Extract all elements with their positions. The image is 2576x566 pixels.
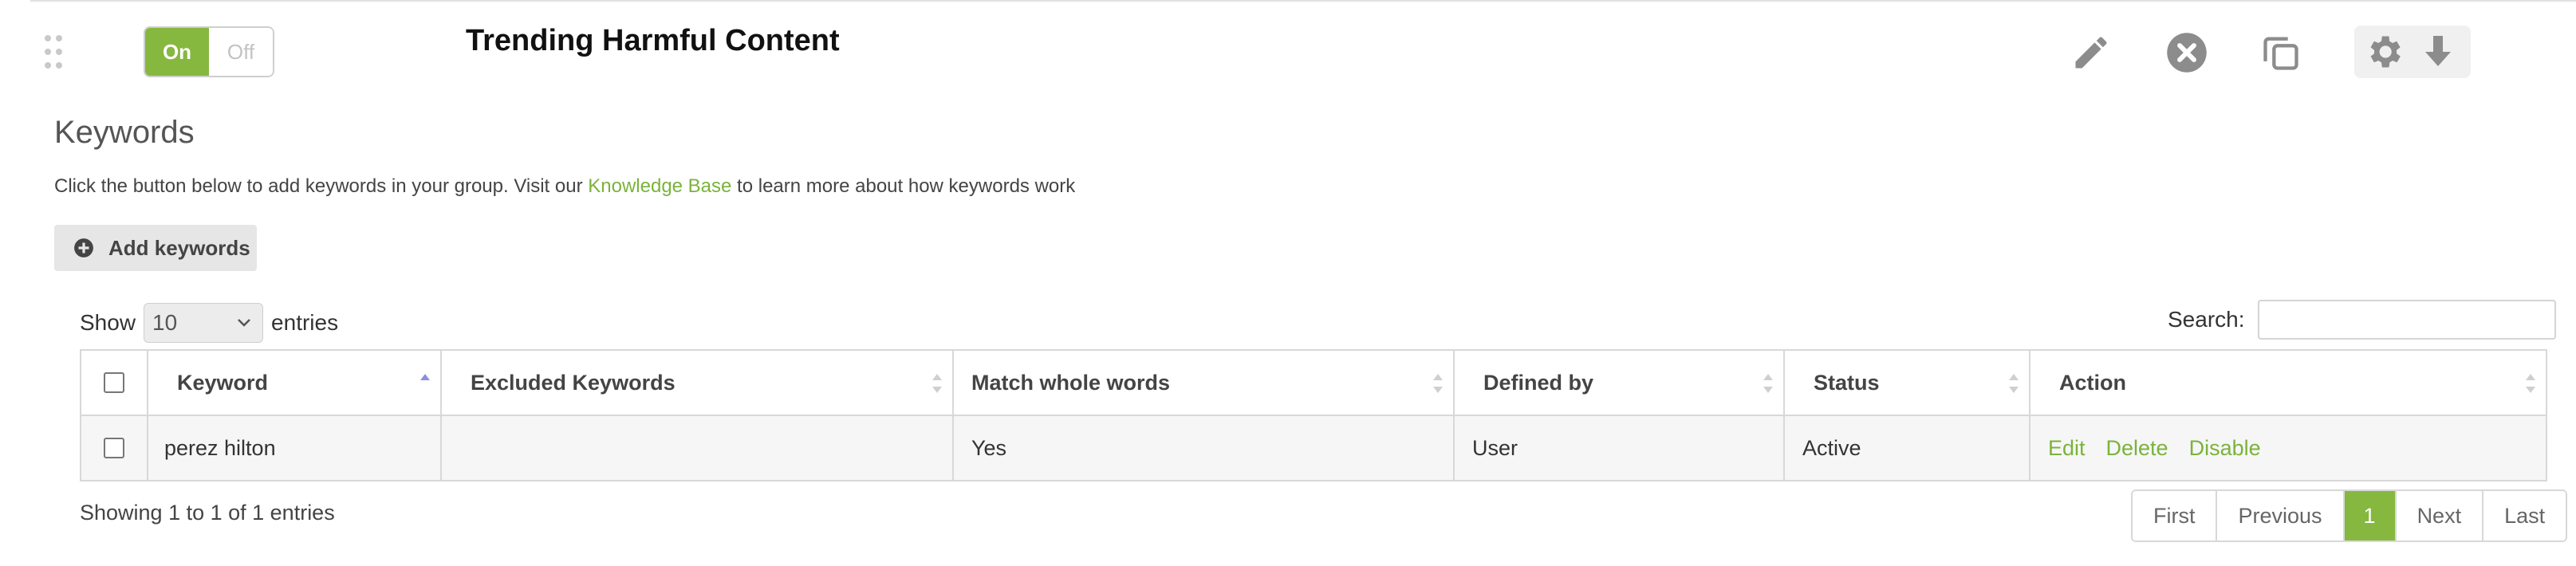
cell-excluded <box>442 416 954 480</box>
row-checkbox[interactable] <box>104 438 124 458</box>
col-header-label: Excluded Keywords <box>471 370 676 395</box>
page-1[interactable]: 1 <box>2344 491 2397 540</box>
desc-text-after: to learn more about how keywords work <box>731 175 1076 197</box>
section-description: Click the button below to add keywords i… <box>54 175 1075 198</box>
sort-both-icon <box>932 374 942 393</box>
row-select-cell <box>81 416 148 480</box>
toggle-on[interactable]: On <box>145 28 209 76</box>
search-input[interactable] <box>2257 300 2556 340</box>
group-title: Trending Harmful Content <box>466 24 840 57</box>
section-title: Keywords <box>54 115 195 150</box>
col-header-defined-by[interactable]: Defined by <box>1455 351 1785 415</box>
col-header-match-whole[interactable]: Match whole words <box>954 351 1455 415</box>
delete-link[interactable]: Delete <box>2106 436 2168 461</box>
table-header-row: Keyword Excluded Keywords Match whole wo… <box>81 351 2546 416</box>
sort-both-icon <box>1763 374 1773 393</box>
col-header-label: Defined by <box>1483 370 1594 395</box>
table-info: Showing 1 to 1 of 1 entries <box>80 501 335 525</box>
search-control: Search: <box>2168 300 2556 340</box>
disable-link[interactable]: Disable <box>2189 436 2261 461</box>
plus-circle-icon <box>74 238 93 257</box>
close-circle-icon[interactable] <box>2163 29 2211 77</box>
pencil-icon[interactable] <box>2067 29 2115 77</box>
page-first[interactable]: First <box>2133 491 2218 540</box>
cell-actions: Edit Delete Disable <box>2030 416 2546 480</box>
settings-group[interactable] <box>2354 26 2471 78</box>
col-header-label: Action <box>2059 370 2126 395</box>
copy-icon[interactable] <box>2257 29 2305 77</box>
page-last[interactable]: Last <box>2483 491 2566 540</box>
col-header-action[interactable]: Action <box>2030 351 2546 415</box>
sort-asc-icon <box>420 374 430 380</box>
chevron-down-icon <box>238 319 250 327</box>
sort-both-icon <box>2009 374 2019 393</box>
col-header-label: Keyword <box>177 370 269 395</box>
entries-control: Show 10 entries <box>80 303 338 343</box>
download-arrow-icon[interactable] <box>2416 30 2460 73</box>
edit-link[interactable]: Edit <box>2048 436 2086 461</box>
keywords-table: Keyword Excluded Keywords Match whole wo… <box>80 349 2547 481</box>
page-previous[interactable]: Previous <box>2217 491 2345 540</box>
pagination: First Previous 1 Next Last <box>2131 489 2568 542</box>
entries-label: entries <box>271 310 339 335</box>
page-next[interactable]: Next <box>2396 491 2484 540</box>
toggle-off[interactable]: Off <box>209 28 273 76</box>
col-header-label: Match whole words <box>971 370 1171 395</box>
col-header-status[interactable]: Status <box>1785 351 2030 415</box>
table-row: perez hilton Yes User Active Edit Delete… <box>81 416 2546 480</box>
add-keywords-label: Add keywords <box>108 235 250 260</box>
cell-status: Active <box>1785 416 2030 480</box>
add-keywords-button[interactable]: Add keywords <box>54 225 257 271</box>
col-header-excluded[interactable]: Excluded Keywords <box>442 351 954 415</box>
sort-both-icon <box>1433 374 1443 393</box>
top-divider <box>30 0 2576 2</box>
gear-icon[interactable] <box>2362 30 2405 73</box>
select-all-cell <box>81 351 148 415</box>
drag-handle-icon[interactable] <box>45 35 64 70</box>
entries-select-value: 10 <box>152 310 178 335</box>
select-all-checkbox[interactable] <box>104 372 124 393</box>
sort-both-icon <box>2526 374 2535 393</box>
search-label: Search: <box>2168 307 2245 332</box>
knowledge-base-link[interactable]: Knowledge Base <box>588 175 731 197</box>
col-header-keyword[interactable]: Keyword <box>148 351 442 415</box>
cell-match-whole: Yes <box>954 416 1455 480</box>
cell-keyword: perez hilton <box>148 416 442 480</box>
entries-select[interactable]: 10 <box>144 303 264 343</box>
show-label: Show <box>80 310 136 335</box>
cell-defined-by: User <box>1455 416 1785 480</box>
desc-text-before: Click the button below to add keywords i… <box>54 175 589 197</box>
col-header-label: Status <box>1814 370 1880 395</box>
on-off-toggle[interactable]: On Off <box>144 26 274 77</box>
